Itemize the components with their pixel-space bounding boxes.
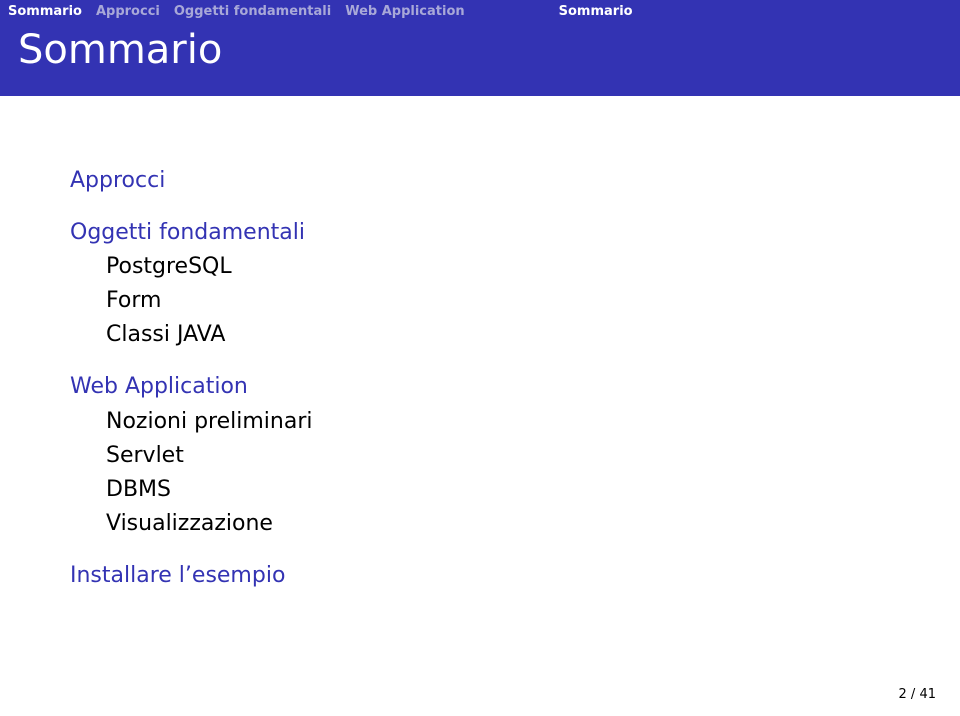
toc-item-servlet[interactable]: Servlet — [106, 439, 940, 473]
nav-item-webapp[interactable]: Web Application — [345, 4, 464, 19]
nav-item-sommario[interactable]: Sommario — [8, 4, 82, 19]
toc-item-classi-java[interactable]: Classi JAVA — [106, 318, 940, 352]
toc-section-installare[interactable]: Installare l’esempio — [70, 559, 940, 593]
toc-item-form[interactable]: Form — [106, 284, 940, 318]
slide-body: Approcci Oggetti fondamentali PostgreSQL… — [0, 96, 960, 593]
slide-header: Sommario Approcci Oggetti fondamentali W… — [0, 0, 960, 96]
nav-item-oggetti[interactable]: Oggetti fondamentali — [174, 4, 331, 19]
nav-item-approcci[interactable]: Approcci — [96, 4, 160, 19]
toc-item-nozioni[interactable]: Nozioni preliminari — [106, 405, 940, 439]
toc-section-oggetti[interactable]: Oggetti fondamentali — [70, 216, 940, 250]
nav-bar: Sommario Approcci Oggetti fondamentali W… — [0, 0, 960, 19]
nav-subsection: Sommario — [559, 4, 633, 19]
slide-title: Sommario — [0, 19, 960, 87]
toc-section-approcci[interactable]: Approcci — [70, 164, 940, 198]
page-number: 2 / 41 — [899, 687, 936, 702]
toc-item-postgresql[interactable]: PostgreSQL — [106, 250, 940, 284]
toc-section-webapp[interactable]: Web Application — [70, 370, 940, 404]
toc-item-visualizzazione[interactable]: Visualizzazione — [106, 507, 940, 541]
toc-item-dbms[interactable]: DBMS — [106, 473, 940, 507]
